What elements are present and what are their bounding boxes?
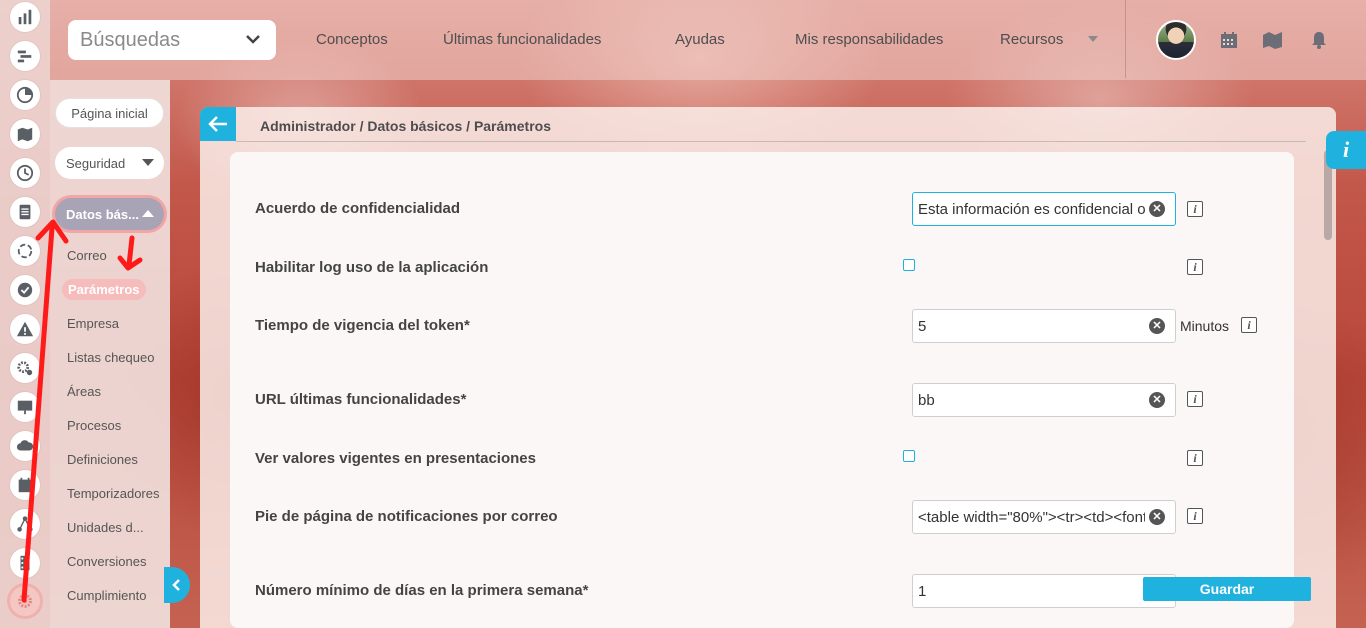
warning-icon[interactable]	[10, 314, 40, 344]
row-label-acuerdo: Acuerdo de confidencialidad	[255, 200, 461, 217]
row-label-dias-semana: Número mínimo de días en la primera sema…	[255, 582, 589, 599]
avatar[interactable]	[1156, 20, 1196, 60]
book-map-icon[interactable]	[10, 119, 40, 149]
sidebar-item-unidades[interactable]: Unidades d...	[67, 520, 144, 535]
row-label-url: URL últimas funcionalidades*	[255, 391, 467, 408]
network-icon[interactable]	[10, 509, 40, 539]
icon-rail	[0, 0, 50, 628]
info-icon[interactable]: i	[1187, 201, 1203, 217]
confidentiality-field[interactable]	[912, 192, 1176, 226]
back-button[interactable]	[200, 107, 236, 141]
nav-mis-responsabilidades[interactable]: Mis responsabilidades	[795, 31, 943, 48]
clear-icon[interactable]: ✕	[1149, 201, 1165, 217]
sidebar-item-listas-chequeo[interactable]: Listas chequeo	[67, 350, 154, 365]
module-sidebar: Página inicial Seguridad Datos bás... Co…	[50, 80, 170, 628]
nav-ayudas[interactable]: Ayudas	[675, 31, 725, 48]
features-url-field[interactable]	[912, 383, 1176, 417]
current-values-checkbox[interactable]	[903, 450, 915, 462]
divider	[236, 141, 1306, 142]
enable-log-checkbox[interactable]	[903, 259, 915, 271]
nav-recursos[interactable]: Recursos	[1000, 31, 1063, 48]
calendar-icon[interactable]	[1219, 30, 1239, 55]
parameters-form: Acuerdo de confidencialidad ✕ i Habilita…	[230, 152, 1294, 628]
sidebar-item-parametros[interactable]: Parámetros	[62, 279, 146, 300]
breadcrumb: Administrador / Datos básicos / Parámetr…	[260, 118, 551, 134]
document-icon[interactable]	[10, 197, 40, 227]
clear-icon[interactable]: ✕	[1149, 318, 1165, 334]
caret-up-icon	[142, 210, 154, 217]
film-icon[interactable]	[10, 548, 40, 578]
bar-chart-icon[interactable]	[10, 2, 40, 32]
bell-icon[interactable]	[1309, 30, 1329, 55]
row-label-pie-pagina: Pie de página de notificaciones por corr…	[255, 508, 558, 525]
security-dropdown-label: Seguridad	[66, 155, 126, 171]
gantt-icon[interactable]	[10, 41, 40, 71]
cloud-icon[interactable]	[10, 431, 40, 461]
cycle-icon[interactable]	[10, 236, 40, 266]
info-icon[interactable]: i	[1241, 317, 1257, 333]
presentation-icon[interactable]	[10, 392, 40, 422]
info-icon[interactable]: i	[1187, 259, 1203, 275]
clock-icon[interactable]	[10, 158, 40, 188]
token-unit: Minutos	[1180, 318, 1230, 334]
info-icon[interactable]: i	[1187, 508, 1203, 524]
book-map-icon[interactable]	[1261, 30, 1285, 55]
header-divider	[1125, 0, 1126, 78]
chevron-down-icon	[244, 30, 262, 54]
calendar-icon[interactable]	[10, 470, 40, 500]
recursos-caret-icon[interactable]	[1088, 36, 1098, 42]
clear-icon[interactable]: ✕	[1149, 392, 1165, 408]
nav-ultimas-funcionalidades[interactable]: Últimas funcionalidades	[443, 31, 601, 48]
clear-icon[interactable]: ✕	[1149, 509, 1165, 525]
info-icon[interactable]: i	[1187, 450, 1203, 466]
security-dropdown[interactable]: Seguridad	[55, 147, 164, 179]
basic-data-dropdown[interactable]: Datos bás...	[55, 198, 164, 230]
sidebar-item-cumplimiento[interactable]: Cumplimiento	[67, 588, 146, 603]
caret-down-icon	[142, 159, 154, 166]
sidebar-item-empresa[interactable]: Empresa	[67, 316, 119, 331]
row-label-valores-vigentes: Ver valores vigentes en presentaciones	[255, 450, 536, 467]
save-button[interactable]: Guardar	[1143, 577, 1311, 601]
parameters-panel: Administrador / Datos básicos / Parámetr…	[200, 107, 1336, 628]
info-tab-button[interactable]: i	[1326, 131, 1366, 169]
sidebar-item-definiciones[interactable]: Definiciones	[67, 452, 138, 467]
top-bar: Búsquedas Conceptos Últimas funcionalida…	[50, 0, 1366, 80]
sidebar-item-temporizadores[interactable]: Temporizadores	[67, 486, 160, 501]
min-days-field[interactable]	[912, 574, 1176, 608]
arrow-left-icon	[208, 116, 227, 132]
search-select-value: Búsquedas	[80, 28, 181, 51]
home-button[interactable]: Página inicial	[55, 98, 164, 128]
search-select[interactable]: Búsquedas	[68, 20, 276, 60]
basic-data-dropdown-label: Datos bás...	[66, 206, 139, 222]
sidebar-item-areas[interactable]: Áreas	[67, 384, 101, 399]
token-validity-field[interactable]	[912, 309, 1176, 343]
info-icon[interactable]: i	[1187, 391, 1203, 407]
check-circle-icon[interactable]	[10, 275, 40, 305]
sidebar-item-correo[interactable]: Correo	[67, 248, 107, 263]
row-label-habilitar-log: Habilitar log uso de la aplicación	[255, 259, 489, 276]
gears-icon[interactable]	[10, 353, 40, 383]
settings-icon[interactable]	[10, 586, 40, 616]
row-label-token: Tiempo de vigencia del token*	[255, 317, 470, 334]
email-footer-field[interactable]	[912, 500, 1176, 534]
sidebar-item-procesos[interactable]: Procesos	[67, 418, 121, 433]
sidebar-item-conversiones[interactable]: Conversiones	[67, 554, 147, 569]
pie-chart-icon[interactable]	[10, 80, 40, 110]
nav-conceptos[interactable]: Conceptos	[316, 31, 388, 48]
